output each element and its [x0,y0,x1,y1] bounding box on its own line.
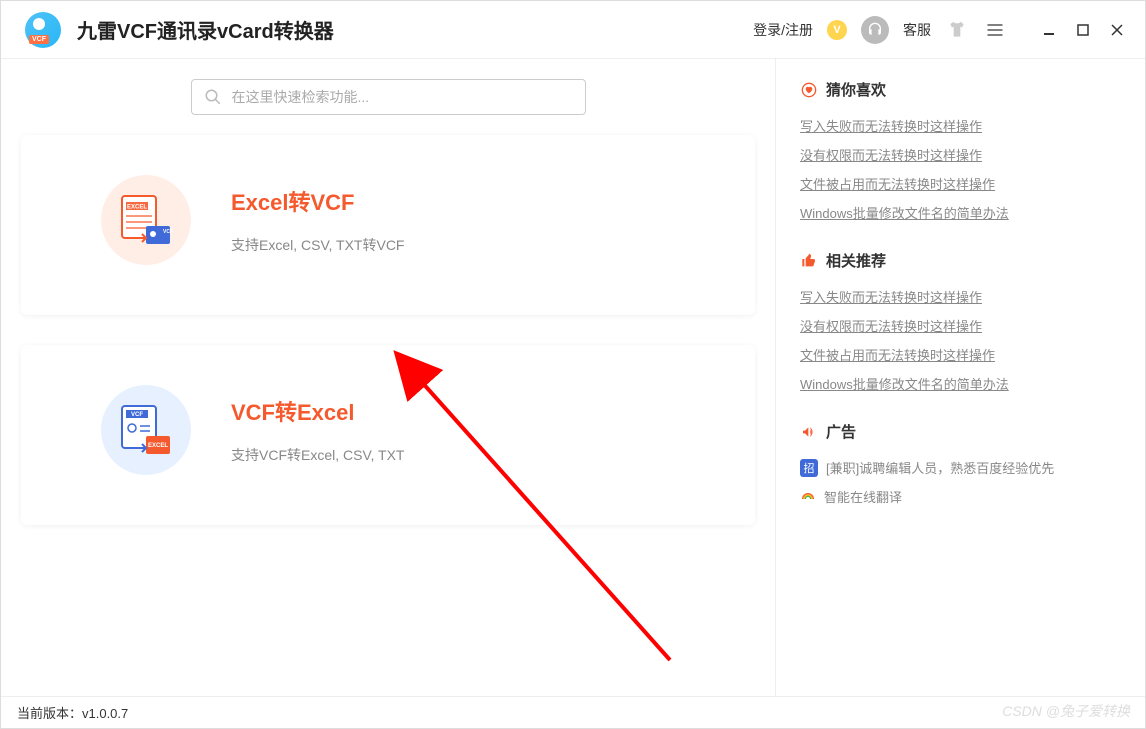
sidebar: 猜你喜欢 写入失败而无法转换时这样操作 没有权限而无法转换时这样操作 文件被占用… [775,59,1145,696]
card-subtitle: 支持VCF转Excel, CSV, TXT [231,445,404,465]
support-avatar-icon[interactable] [861,16,889,44]
vip-badge-icon[interactable]: V [827,20,847,40]
sidebar-link[interactable]: 没有权限而无法转换时这样操作 [800,145,1121,164]
sidebar-section-title: 广告 [826,421,856,442]
sidebar-link[interactable]: 没有权限而无法转换时这样操作 [800,316,1121,335]
app-title: 九雷VCF通讯录vCard转换器 [77,15,753,44]
app-logo: VCF [25,12,61,48]
ad-text: [兼职]诚聘编辑人员，熟悉百度经验优先 [826,458,1054,477]
svg-text:EXCEL: EXCEL [127,205,147,211]
main-panel: EXCEL VCF Excel转VCF 支持Excel, CSV, TXT转VC… [1,59,775,696]
card-excel-to-vcf[interactable]: EXCEL VCF Excel转VCF 支持Excel, CSV, TXT转VC… [21,135,755,315]
titlebar: VCF 九雷VCF通讯录vCard转换器 登录/注册 V 客服 [1,1,1145,59]
sidebar-section-title: 相关推荐 [826,250,886,271]
minimize-button[interactable] [1041,22,1057,38]
search-input[interactable] [232,89,573,105]
excel-to-vcf-icon: EXCEL VCF [101,175,191,265]
watermark: CSDN @兔子爱转换 [1002,701,1130,721]
card-title: Excel转VCF [231,185,404,217]
sidebar-link[interactable]: Windows批量修改文件名的简单办法 [800,203,1121,222]
sidebar-link[interactable]: 写入失败而无法转换时这样操作 [800,287,1121,306]
ad-text: 智能在线翻译 [824,487,902,506]
sidebar-ads: 广告 招 [兼职]诚聘编辑人员，熟悉百度经验优先 智能在线翻译 [800,421,1121,506]
megaphone-icon [800,423,818,441]
card-title: VCF转Excel [231,395,404,427]
card-subtitle: 支持Excel, CSV, TXT转VCF [231,235,404,255]
sidebar-link[interactable]: 文件被占用而无法转换时这样操作 [800,345,1121,364]
ad-item[interactable]: 智能在线翻译 [800,487,1121,506]
statusbar: 当前版本：v1.0.0.7 [1,696,1145,728]
thumbs-up-icon [800,252,818,270]
search-box[interactable] [191,79,586,115]
sidebar-link[interactable]: 文件被占用而无法转换时这样操作 [800,174,1121,193]
maximize-button[interactable] [1075,22,1091,38]
tshirt-icon[interactable] [945,18,969,42]
sidebar-favorites: 猜你喜欢 写入失败而无法转换时这样操作 没有权限而无法转换时这样操作 文件被占用… [800,79,1121,222]
vcf-to-excel-icon: VCF EXCEL [101,385,191,475]
svg-text:VCF: VCF [131,412,143,418]
sidebar-related: 相关推荐 写入失败而无法转换时这样操作 没有权限而无法转换时这样操作 文件被占用… [800,250,1121,393]
card-vcf-to-excel[interactable]: VCF EXCEL VCF转Excel 支持VCF转Excel, CSV, TX… [21,345,755,525]
svg-text:EXCEL: EXCEL [148,443,168,449]
close-button[interactable] [1109,22,1125,38]
menu-icon[interactable] [983,18,1007,42]
ad-item[interactable]: 招 [兼职]诚聘编辑人员，熟悉百度经验优先 [800,458,1121,477]
svg-text:VCF: VCF [163,229,173,235]
heart-icon [800,81,818,99]
login-register-link[interactable]: 登录/注册 [753,20,813,40]
rainbow-icon [800,487,816,506]
service-label[interactable]: 客服 [903,20,931,40]
version-label: 当前版本：v1.0.0.7 [17,703,128,722]
sidebar-link[interactable]: Windows批量修改文件名的简单办法 [800,374,1121,393]
search-icon [204,88,222,106]
sidebar-section-title: 猜你喜欢 [826,79,886,100]
sidebar-link[interactable]: 写入失败而无法转换时这样操作 [800,116,1121,135]
ad-badge-icon: 招 [800,459,818,477]
